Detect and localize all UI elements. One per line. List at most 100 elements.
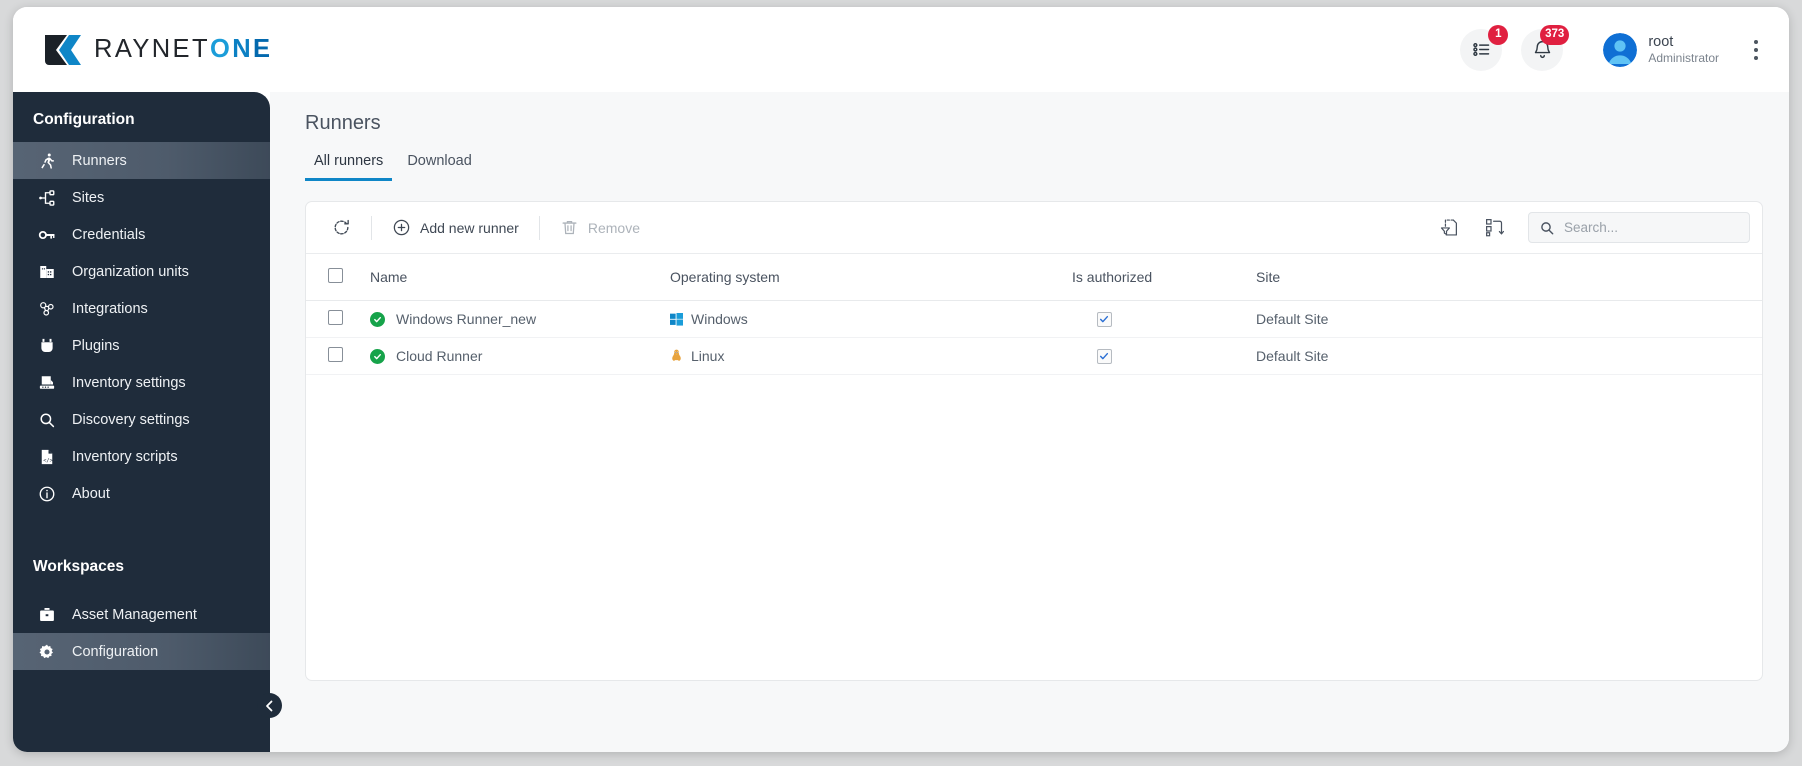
remove-label: Remove bbox=[587, 219, 640, 236]
sidebar-item-credentials[interactable]: Credentials bbox=[13, 216, 270, 253]
chevron-left-icon bbox=[266, 700, 273, 711]
sidebar-item-label: Configuration bbox=[72, 643, 159, 660]
table-header-row: Name Operating system Is authorized Site bbox=[306, 254, 1762, 301]
tasks-button[interactable]: 1 bbox=[1460, 24, 1509, 71]
runner-name: Windows Runner_new bbox=[396, 311, 537, 327]
tab-bar: All runners Download bbox=[305, 149, 1763, 181]
status-online-icon bbox=[370, 348, 385, 364]
brand-logo[interactable]: RAYNETONE bbox=[43, 33, 272, 67]
plugin-icon bbox=[37, 336, 57, 356]
linux-icon bbox=[672, 349, 681, 361]
runner-os: Linux bbox=[691, 348, 725, 364]
script-file-icon: </> bbox=[37, 447, 57, 467]
tasks-badge: 1 bbox=[1488, 24, 1509, 45]
column-header-is-authorized[interactable]: Is authorized bbox=[1072, 254, 1256, 301]
row-authorized-cell bbox=[1072, 337, 1256, 375]
select-all-checkbox[interactable] bbox=[328, 268, 343, 283]
sidebar-section-title: Configuration bbox=[33, 111, 135, 128]
sidebar-item-sites[interactable]: Sites bbox=[13, 179, 270, 216]
runner-name: Cloud Runner bbox=[396, 348, 483, 364]
more-options-button[interactable] bbox=[1745, 32, 1767, 68]
column-header-site[interactable]: Site bbox=[1256, 254, 1762, 301]
avatar bbox=[1603, 32, 1638, 67]
sidebar-collapse-button[interactable] bbox=[257, 693, 282, 718]
key-icon bbox=[37, 225, 57, 245]
sidebar-item-plugins[interactable]: Plugins bbox=[13, 327, 270, 364]
search-input[interactable] bbox=[1564, 220, 1734, 235]
magnifier-icon bbox=[37, 410, 57, 430]
kebab-dot bbox=[1754, 39, 1758, 44]
column-header-name[interactable]: Name bbox=[370, 254, 670, 301]
sidebar-item-integrations[interactable]: Integrations bbox=[13, 290, 270, 327]
remove-button[interactable]: Remove bbox=[548, 211, 652, 245]
runners-table: Name Operating system Is authorized Site bbox=[306, 254, 1762, 375]
tab-all-runners[interactable]: All runners bbox=[305, 149, 393, 181]
row-checkbox[interactable] bbox=[328, 310, 343, 325]
row-name-cell: Windows Runner_new bbox=[370, 300, 670, 338]
sidebar-item-asset-management[interactable]: Asset Management bbox=[13, 596, 270, 633]
runners-panel: Add new runner Remove Search... Name Ope… bbox=[305, 201, 1763, 681]
raynet-logo-icon bbox=[45, 34, 81, 65]
refresh-icon bbox=[334, 219, 349, 235]
task-list-icon bbox=[1473, 42, 1490, 57]
kebab-dot bbox=[1754, 55, 1758, 60]
authorized-checkbox bbox=[1096, 311, 1112, 327]
sidebar-item-configuration[interactable]: Configuration bbox=[13, 633, 270, 670]
search-box[interactable] bbox=[1528, 212, 1750, 243]
kebab-dot bbox=[1754, 47, 1758, 52]
main-content: Runners All runners Download Add new run… bbox=[270, 92, 1789, 752]
sidebar-workspaces-title: Workspaces bbox=[33, 558, 125, 575]
filter-button[interactable] bbox=[1432, 212, 1464, 244]
sidebar-item-runners[interactable]: Runners bbox=[13, 142, 270, 179]
notifications-button[interactable]: 373 bbox=[1521, 24, 1570, 71]
sidebar-item-label: Organization units bbox=[72, 263, 189, 280]
sidebar-item-label: Integrations bbox=[72, 300, 148, 317]
sites-icon bbox=[37, 188, 57, 208]
runner-os: Windows bbox=[691, 311, 748, 327]
info-icon bbox=[37, 484, 57, 504]
sidebar-item-organization-units[interactable]: Organization units bbox=[13, 253, 270, 290]
sidebar-item-label: Plugins bbox=[72, 337, 120, 354]
plus-circle-icon bbox=[393, 219, 410, 236]
brand-wordmark: RAYNETONE bbox=[94, 35, 273, 63]
building-icon bbox=[37, 262, 57, 282]
toolbar-divider bbox=[371, 215, 372, 240]
row-select-cell bbox=[306, 337, 370, 375]
tab-download[interactable]: Download bbox=[398, 149, 481, 181]
row-site-cell: Default Site bbox=[1256, 337, 1762, 375]
refresh-button[interactable] bbox=[320, 211, 363, 245]
sidebar-item-discovery-settings[interactable]: Discovery settings bbox=[13, 401, 270, 438]
sidebar-item-label: Inventory scripts bbox=[72, 448, 178, 465]
integrations-icon bbox=[37, 299, 57, 319]
reset-layout-button[interactable] bbox=[1478, 212, 1510, 244]
sidebar-item-inventory-scripts[interactable]: </> Inventory scripts bbox=[13, 438, 270, 475]
table-row[interactable]: Windows Runner_new Windows Default Site bbox=[306, 300, 1762, 338]
row-name-cell: Cloud Runner bbox=[370, 337, 670, 375]
trash-icon bbox=[562, 221, 577, 235]
svg-text:</>: </> bbox=[43, 457, 52, 463]
sidebar-item-label: Inventory settings bbox=[72, 374, 186, 391]
row-os-cell: Linux bbox=[670, 337, 1072, 375]
toolbar-right-actions bbox=[1432, 212, 1750, 244]
header-actions: 1 373 root Administrator bbox=[1460, 24, 1767, 71]
add-new-runner-button[interactable]: Add new runner bbox=[380, 211, 531, 245]
avatar-icon bbox=[1603, 32, 1638, 67]
select-all-header bbox=[306, 254, 370, 301]
add-new-runner-label: Add new runner bbox=[420, 219, 519, 236]
sidebar-item-inventory-settings[interactable]: Inventory settings bbox=[13, 364, 270, 401]
columns-layout-icon bbox=[1485, 219, 1504, 237]
row-site-cell: Default Site bbox=[1256, 300, 1762, 338]
authorized-checkbox bbox=[1096, 348, 1112, 364]
user-menu[interactable]: root Administrator bbox=[1603, 32, 1719, 67]
user-role: Administrator bbox=[1648, 51, 1719, 66]
page-title: Runners bbox=[305, 112, 381, 134]
table-row[interactable]: Cloud Runner Linux Default Site bbox=[306, 337, 1762, 375]
filter-document-icon bbox=[1440, 219, 1457, 236]
runner-icon bbox=[37, 151, 57, 171]
table-toolbar: Add new runner Remove bbox=[306, 202, 1762, 254]
sidebar-item-about[interactable]: About bbox=[13, 475, 270, 512]
search-icon bbox=[1541, 221, 1554, 234]
column-header-operating-system[interactable]: Operating system bbox=[670, 254, 1072, 301]
sidebar-item-label: Credentials bbox=[72, 226, 146, 243]
row-checkbox[interactable] bbox=[328, 347, 343, 362]
